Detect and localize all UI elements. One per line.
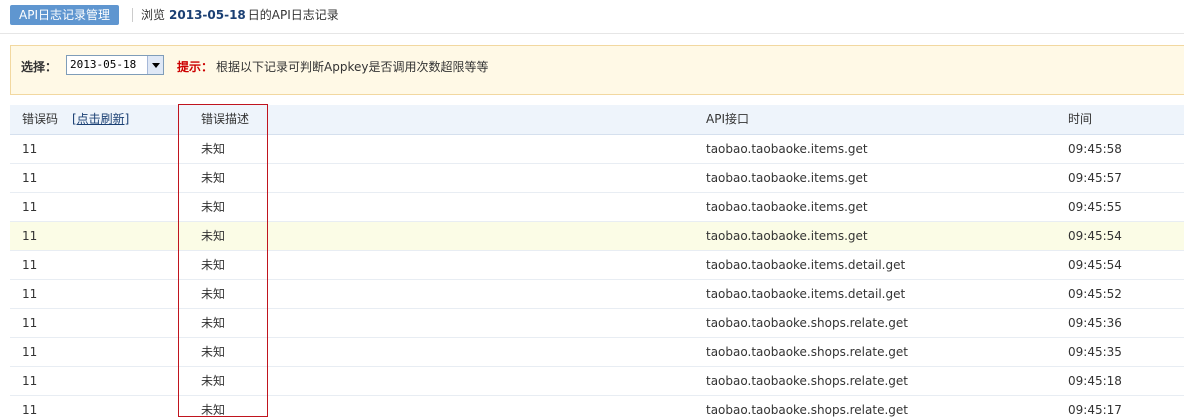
cell-code: 11 xyxy=(22,171,38,185)
column-header-code: 错误码 xyxy=(22,112,59,126)
cell-time: 09:45:58 xyxy=(1068,142,1122,156)
cell-time: 09:45:57 xyxy=(1068,171,1122,185)
cell-api: taobao.taobaoke.shops.relate.get xyxy=(706,345,908,359)
cell-desc: 未知 xyxy=(201,287,226,301)
table-row[interactable]: 11 未知 taobao.taobaoke.items.get 09:45:57 xyxy=(10,164,1184,193)
filter-bar: 选择： 2013-05-18 提示： 根据以下记录可判断Appkey是否调用次数… xyxy=(10,45,1184,95)
table-row[interactable]: 11 未知 taobao.taobaoke.shops.relate.get 09:4… xyxy=(10,396,1184,419)
table-row[interactable]: 11 未知 taobao.taobaoke.shops.relate.get 09:4… xyxy=(10,338,1184,367)
cell-desc: 未知 xyxy=(201,142,226,156)
cell-api: taobao.taobaoke.items.detail.get xyxy=(706,287,906,301)
cell-code: 11 xyxy=(22,403,38,417)
cell-api: taobao.taobaoke.shops.relate.get xyxy=(706,403,908,417)
column-header-time: 时间 xyxy=(1068,112,1093,126)
browse-prefix: 浏览 xyxy=(141,8,166,22)
cell-api: taobao.taobaoke.shops.relate.get xyxy=(706,374,908,388)
cell-code: 11 xyxy=(22,229,38,243)
column-header-desc: 错误描述 xyxy=(201,112,250,126)
cell-desc: 未知 xyxy=(201,316,226,330)
table-header: 错误码 [点击刷新] 错误描述 API接口 时间 xyxy=(10,105,1184,135)
cell-desc: 未知 xyxy=(201,403,226,417)
chevron-down-icon[interactable] xyxy=(147,56,163,74)
cell-desc: 未知 xyxy=(201,258,226,272)
divider xyxy=(132,8,133,22)
tip-text: 根据以下记录可判断Appkey是否调用次数超限等等 xyxy=(216,60,489,74)
cell-api: taobao.taobaoke.items.get xyxy=(706,142,868,156)
cell-desc: 未知 xyxy=(201,229,226,243)
cell-code: 11 xyxy=(22,142,38,156)
cell-time: 09:45:17 xyxy=(1068,403,1122,417)
cell-code: 11 xyxy=(22,374,38,388)
table-row[interactable]: 11 未知 taobao.taobaoke.items.get 09:45:58 xyxy=(10,135,1184,164)
table-row[interactable]: 11 未知 taobao.taobaoke.items.get 09:45:54 xyxy=(10,222,1184,251)
cell-time: 09:45:18 xyxy=(1068,374,1122,388)
browse-suffix: 日的API日志记录 xyxy=(247,8,339,22)
cell-api: taobao.taobaoke.items.detail.get xyxy=(706,258,906,272)
table-body: 11 未知 taobao.taobaoke.items.get 09:45:58 11 未… xyxy=(10,135,1184,419)
table-row[interactable]: 11 未知 taobao.taobaoke.shops.relate.get 09:4… xyxy=(10,309,1184,338)
cell-time: 09:45:36 xyxy=(1068,316,1122,330)
date-select[interactable]: 2013-05-18 xyxy=(66,55,164,75)
cell-api: taobao.taobaoke.items.get xyxy=(706,229,868,243)
cell-api: taobao.taobaoke.shops.relate.get xyxy=(706,316,908,330)
table-row[interactable]: 11 未知 taobao.taobaoke.items.detail.get 09:4… xyxy=(10,251,1184,280)
page-title: 浏览 2013-05-18 日的API日志记录 xyxy=(141,7,339,23)
cell-time: 09:45:52 xyxy=(1068,287,1122,301)
cell-desc: 未知 xyxy=(201,374,226,388)
cell-code: 11 xyxy=(22,258,38,272)
cell-code: 11 xyxy=(22,345,38,359)
tab-api-log-management[interactable]: API日志记录管理 xyxy=(10,5,119,25)
cell-api: taobao.taobaoke.items.get xyxy=(706,200,868,214)
date-select-value: 2013-05-18 xyxy=(70,58,137,71)
refresh-link[interactable]: [点击刷新] xyxy=(72,112,129,126)
cell-time: 09:45:55 xyxy=(1068,200,1122,214)
cell-desc: 未知 xyxy=(201,171,226,185)
table-row[interactable]: 11 未知 taobao.taobaoke.items.get 09:45:55 xyxy=(10,193,1184,222)
cell-desc: 未知 xyxy=(201,200,226,214)
api-log-table: 错误码 [点击刷新] 错误描述 API接口 时间 11 未知 taobao.taob… xyxy=(10,105,1184,419)
tip-label: 提示： xyxy=(177,60,214,74)
filter-label: 选择： xyxy=(21,60,58,74)
cell-time: 09:45:35 xyxy=(1068,345,1122,359)
cell-code: 11 xyxy=(22,316,38,330)
column-header-api: API接口 xyxy=(706,112,749,126)
cell-time: 09:45:54 xyxy=(1068,258,1122,272)
cell-api: taobao.taobaoke.items.get xyxy=(706,171,868,185)
cell-desc: 未知 xyxy=(201,345,226,359)
refresh-link-wrap: [点击刷新] xyxy=(72,105,129,134)
table-row[interactable]: 11 未知 taobao.taobaoke.shops.relate.get 09:4… xyxy=(10,367,1184,396)
top-bar: API日志记录管理 浏览 2013-05-18 日的API日志记录 xyxy=(0,0,1184,34)
table-row[interactable]: 11 未知 taobao.taobaoke.items.detail.get 09:4… xyxy=(10,280,1184,309)
cell-code: 11 xyxy=(22,200,38,214)
browse-date: 2013-05-18 xyxy=(169,8,246,22)
cell-code: 11 xyxy=(22,287,38,301)
cell-time: 09:45:54 xyxy=(1068,229,1122,243)
